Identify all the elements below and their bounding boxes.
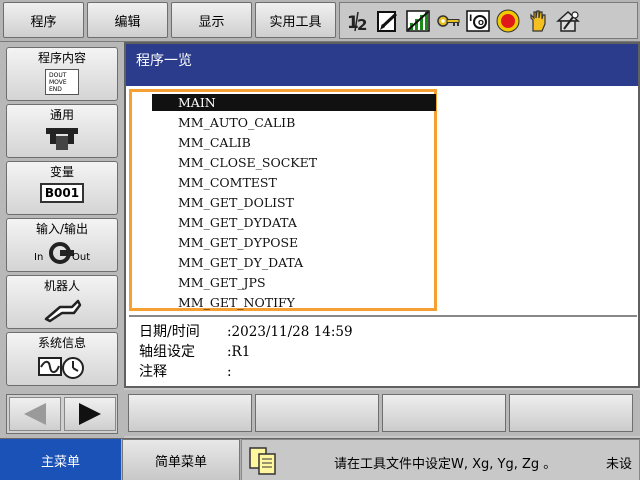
top-menu-bar: 程序 编辑 显示 实用工具 1 2 I O — [0, 0, 640, 42]
io-icon-in-label: In — [34, 252, 44, 263]
program-list-item[interactable]: MM_COMTEST — [152, 174, 436, 191]
sidebar-item-label: 机器人 — [43, 279, 80, 293]
io-icon-out-label: Out — [72, 252, 91, 263]
softkey-1[interactable] — [128, 394, 252, 432]
sidebar-item-robot[interactable]: 机器人 — [6, 275, 118, 329]
io-icon: In Out — [32, 240, 92, 266]
menu-display[interactable]: 显示 — [171, 2, 252, 38]
play-mode-icon — [406, 10, 430, 32]
next-page-button[interactable] — [64, 397, 116, 431]
softkey-4[interactable] — [509, 394, 633, 432]
program-list-item[interactable]: MM_GET_DOLIST — [152, 194, 436, 211]
main-menu-button[interactable]: 主菜单 — [0, 439, 121, 480]
document-icon-line: END — [49, 86, 62, 93]
axis-group-12-icon: 1 2 — [347, 11, 367, 33]
info-comment-value: : — [227, 364, 232, 380]
softkey-bar — [124, 390, 640, 436]
message-status-text: 未设 — [606, 457, 633, 472]
status-icons-bar: 1 2 I O — [339, 2, 638, 39]
info-comment-label: 注释 — [139, 364, 167, 380]
program-list-item[interactable]: MM_CLOSE_SOCKET — [152, 154, 436, 171]
program-list-item[interactable]: MM_GET_JPS — [152, 274, 436, 291]
stop-icon — [496, 9, 520, 33]
program-list[interactable]: MAIN MM_AUTO_CALIB MM_CALIB MM_CLOSE_SOCKET… — [129, 89, 437, 311]
menu-program[interactable]: 程序 — [3, 2, 84, 38]
info-axis-value: :R1 — [227, 344, 251, 360]
sidebar-item-program-content[interactable]: 程序内容 DOUT MOVE END — [6, 47, 118, 101]
program-list-item[interactable]: MM_CALIB — [152, 134, 436, 151]
program-list-item[interactable]: MM_GET_NOTIFY — [152, 294, 436, 311]
program-list-item[interactable]: MM_GET_DY_DATA — [152, 254, 436, 271]
arrow-left-icon — [24, 403, 46, 425]
softkey-2[interactable] — [255, 394, 379, 432]
svg-text:O: O — [478, 19, 484, 27]
arrow-right-icon — [79, 403, 101, 425]
io-status-icon: I O — [466, 10, 490, 32]
menu-utility[interactable]: 实用工具 — [255, 2, 336, 38]
program-list-item[interactable]: MM_AUTO_CALIB — [152, 114, 436, 131]
message-pages-icon — [249, 447, 276, 475]
key-icon — [437, 15, 460, 27]
program-list-item[interactable]: MM_GET_DYDATA — [152, 214, 436, 231]
sidebar-item-label: 变量 — [49, 165, 74, 179]
simple-menu-button[interactable]: 简单菜单 — [122, 439, 240, 480]
sidebar-item-label: 输入/输出 — [35, 222, 89, 236]
sidebar: 程序内容 DOUT MOVE END 通用 变量 B001 输入/输出 In O… — [0, 42, 124, 438]
info-date-value: :2023/11/28 14:59 — [227, 324, 353, 340]
bottom-bar: 主菜单 简单菜单 请在工具文件中设定W, Xg, Yg, Zg 。 未设 — [0, 438, 640, 480]
sidebar-item-label: 通用 — [49, 108, 74, 122]
page-nav — [6, 394, 118, 434]
svg-text:2: 2 — [357, 16, 367, 33]
document-icon-line: DOUT — [49, 72, 67, 79]
sidebar-item-io[interactable]: 输入/输出 In Out — [6, 218, 118, 272]
info-comment-row: 注释: — [139, 363, 232, 382]
sidebar-item-label: 程序内容 — [37, 51, 86, 65]
sidebar-item-variable[interactable]: 变量 B001 — [6, 161, 118, 215]
edit-mode-icon — [377, 11, 398, 32]
info-axis-label: 轴组设定 — [139, 344, 195, 360]
document-icon: DOUT MOVE END — [45, 69, 79, 95]
tool-icon — [46, 128, 78, 150]
program-list-window: 程序一览 MAIN MM_AUTO_CALIB MM_CALIB MM_CLOSE_S… — [124, 42, 640, 388]
window-title: 程序一览 — [126, 44, 638, 86]
prev-page-button[interactable] — [9, 397, 61, 431]
sidebar-item-general[interactable]: 通用 — [6, 104, 118, 158]
program-info-panel: 日期/时间 :2023/11/28 14:59 轴组设定 :R1 注释: — [129, 315, 637, 385]
info-axis-row: 轴组设定 :R1 — [139, 343, 250, 362]
hand-icon — [530, 10, 546, 32]
system-info-icon — [38, 357, 84, 379]
menu-edit[interactable]: 编辑 — [87, 2, 168, 38]
info-date-label: 日期/时间 — [139, 324, 200, 340]
program-list-item[interactable]: MAIN — [152, 94, 436, 111]
svg-text:I: I — [469, 14, 472, 24]
message-text: 请在工具文件中设定W, Xg, Yg, Zg 。 — [334, 457, 557, 472]
message-area[interactable]: 请在工具文件中设定W, Xg, Yg, Zg 。 未设 — [241, 439, 640, 480]
home-icon — [556, 10, 580, 32]
sidebar-item-label: 系统信息 — [37, 336, 86, 350]
robot-arm-icon — [44, 299, 82, 323]
info-date-row: 日期/时间 :2023/11/28 14:59 — [139, 323, 353, 342]
program-list-item[interactable]: MM_GET_DYPOSE — [152, 234, 436, 251]
sidebar-item-system-info[interactable]: 系统信息 — [6, 332, 118, 386]
variable-icon: B001 — [39, 183, 85, 203]
document-icon-line: MOVE — [49, 79, 67, 86]
softkey-3[interactable] — [382, 394, 506, 432]
